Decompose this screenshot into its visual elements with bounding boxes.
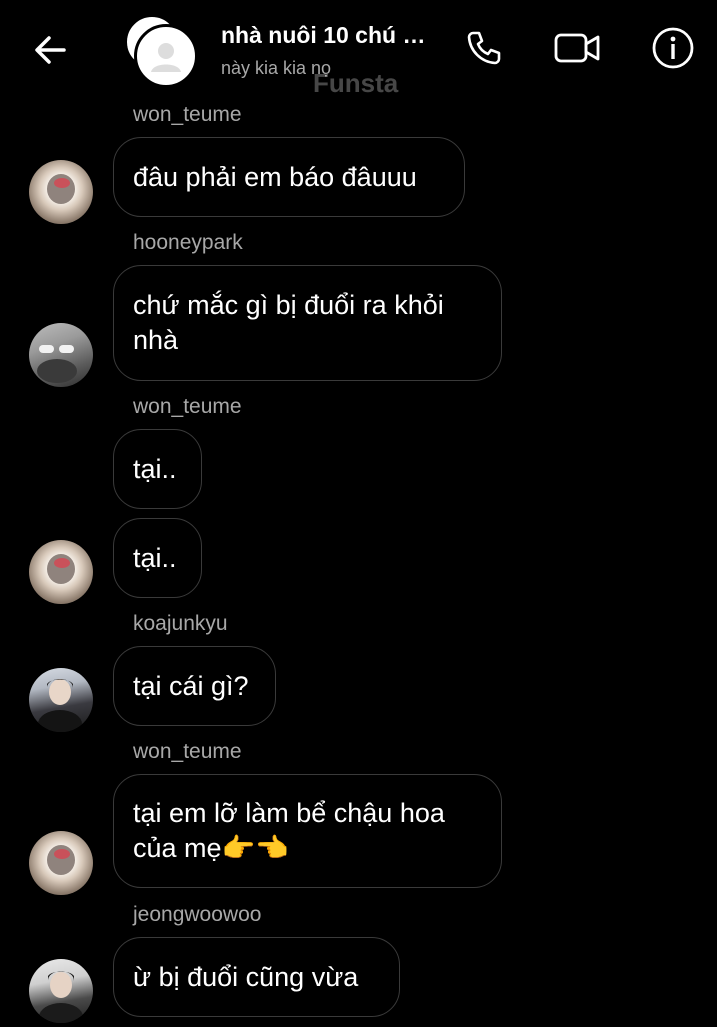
video-camera-icon (554, 33, 600, 63)
avatar[interactable] (29, 160, 93, 224)
message-bubble[interactable]: tại em lỡ làm bể chậu hoa của mẹ👉👈 (113, 774, 502, 888)
back-button[interactable] (28, 28, 72, 72)
message-text-line: nhà (133, 325, 179, 355)
message-bubble[interactable]: chứ mắc gì bị đuổi ra khỏi nhà (113, 265, 502, 381)
back-arrow-icon (35, 36, 66, 64)
avatar[interactable] (29, 831, 93, 895)
message-bubble[interactable]: tại.. (113, 518, 202, 598)
sender-name: hooneypark (133, 231, 243, 254)
message-text-line: của mẹ👉👈 (133, 833, 289, 863)
message-bubble[interactable]: đâu phải em báo đâuuu (113, 137, 465, 217)
message-bubble[interactable]: ừ bị đuổi cũng vừa (113, 937, 400, 1017)
default-user-icon (151, 43, 181, 72)
message-text: tại.. (133, 453, 177, 484)
message-text: đâu phải em báo đâuuu (133, 161, 417, 192)
message-text: tại.. (133, 542, 177, 573)
avatar-photo (38, 679, 82, 732)
group-avatar-front (134, 24, 198, 88)
message-bubble[interactable]: tại cái gì? (113, 646, 276, 726)
avatar[interactable] (29, 668, 93, 732)
chat-title[interactable]: nhà nuôi 10 chú … (221, 22, 425, 49)
phone-icon (467, 31, 501, 65)
message-text: tại cái gì? (133, 670, 249, 701)
sender-name: koajunkyu (133, 612, 228, 635)
avatar-photo (39, 971, 83, 1023)
message-text-line: tại em lỡ làm bể chậu hoa (133, 798, 445, 828)
message-text-line: chứ mắc gì bị đuổi ra khỏi (133, 290, 444, 320)
call-button[interactable] (460, 24, 508, 72)
chat-header: nhà nuôi 10 chú … này kia kia nọ Funsta (0, 0, 717, 100)
sender-name: won_teume (133, 395, 242, 418)
sender-name: jeongwoowoo (133, 903, 262, 926)
sender-name: won_teume (133, 740, 242, 763)
avatar[interactable] (29, 323, 93, 387)
info-icon (652, 27, 694, 69)
group-avatar[interactable] (122, 14, 198, 88)
info-button[interactable] (649, 24, 697, 72)
video-call-button[interactable] (553, 24, 601, 72)
watermark-text: Funsta (313, 68, 399, 98)
message-text: ừ bị đuổi cũng vừa (133, 961, 359, 992)
avatar-photo (47, 554, 75, 584)
avatar[interactable] (29, 959, 93, 1023)
sender-name: won_teume (133, 103, 242, 126)
avatar-photo (37, 345, 77, 383)
message-bubble[interactable]: tại.. (113, 429, 202, 509)
avatar[interactable] (29, 540, 93, 604)
avatar-photo (47, 845, 75, 875)
avatar-photo (47, 174, 75, 204)
